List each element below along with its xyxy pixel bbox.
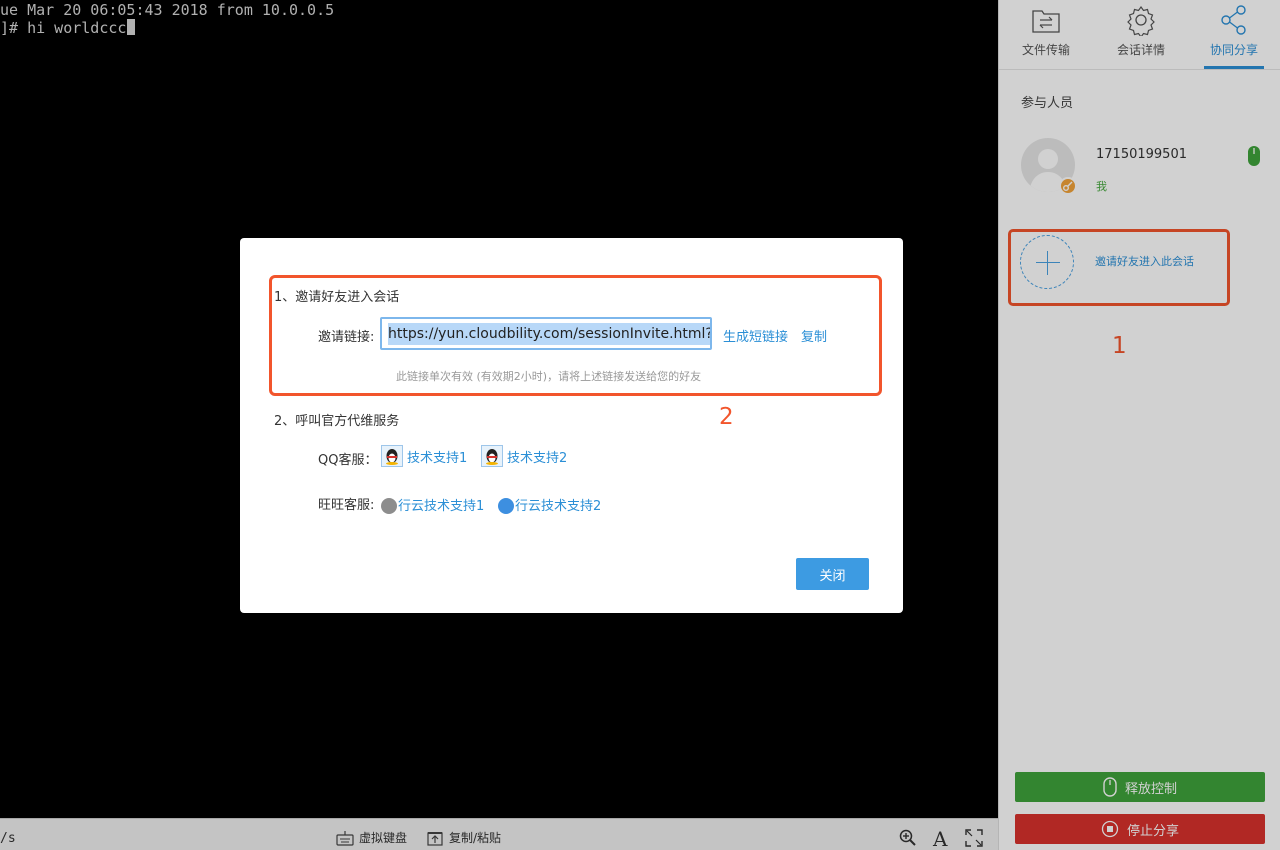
close-dialog-button[interactable]: 关闭: [796, 558, 869, 590]
wangwang-service-label: 旺旺客服:: [318, 498, 375, 513]
qq-service-label: QQ客服：: [318, 453, 378, 468]
wangwang-support-link-2[interactable]: 行云技术支持2: [498, 494, 601, 514]
qq-penguin-icon: [381, 445, 403, 467]
wangwang-offline-icon: [381, 498, 397, 514]
qq-support-link-label: 技术支持1: [407, 450, 468, 466]
wangwang-support-link-1[interactable]: 行云技术支持1: [381, 494, 484, 514]
invite-section-title: 1、邀请好友进入会话: [274, 290, 400, 305]
wangwang-support-link-label: 行云技术支持1: [398, 498, 485, 514]
invite-link-label: 邀请链接:: [318, 330, 375, 345]
qq-support-link-1[interactable]: 技术支持1: [381, 445, 467, 467]
invite-link-value: https://yun.cloudbility.com/sessionInvit…: [388, 323, 710, 345]
official-service-section-title: 2、呼叫官方代维服务: [274, 414, 400, 429]
copy-link-button[interactable]: 复制: [801, 326, 827, 345]
invite-link-hint: 此链接单次有效 (有效期2小时)，请将上述链接发送给您的好友: [396, 370, 702, 383]
wangwang-support-link-label: 行云技术支持2: [515, 498, 602, 514]
invite-link-input[interactable]: https://yun.cloudbility.com/sessionInvit…: [380, 317, 712, 350]
wangwang-online-icon: [498, 498, 514, 514]
qq-penguin-icon: [481, 445, 503, 467]
qq-support-link-2[interactable]: 技术支持2: [481, 445, 567, 467]
qq-support-link-label: 技术支持2: [507, 450, 568, 466]
generate-short-link-button[interactable]: 生成短链接: [723, 326, 788, 345]
annotation-number: 2: [719, 404, 734, 430]
